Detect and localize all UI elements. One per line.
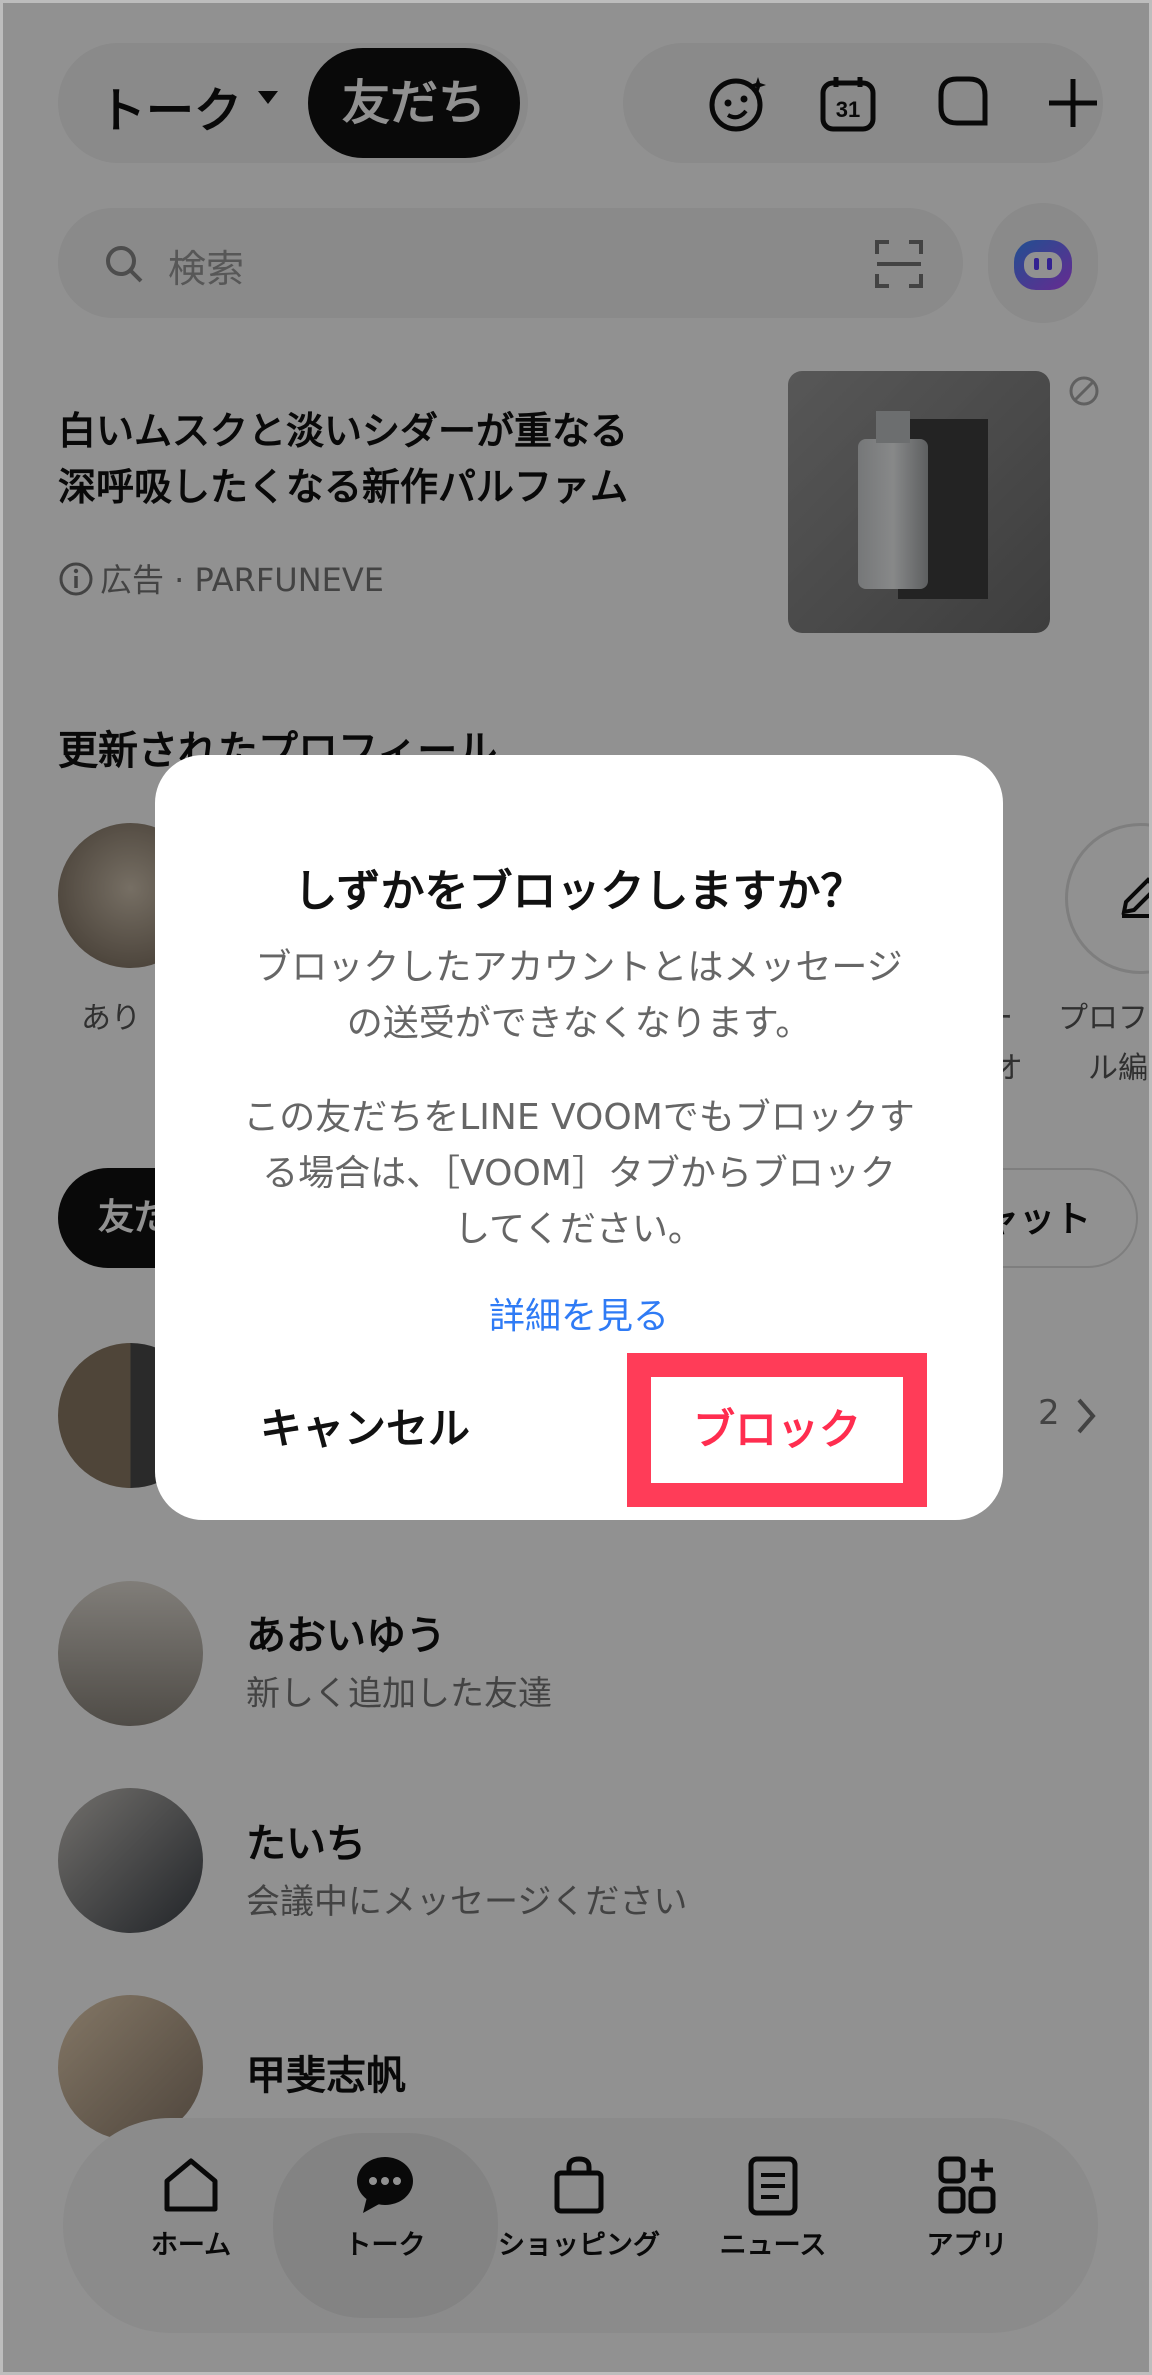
dialog-note-line: この友だちをLINE VOOMでもブロックす — [243, 1097, 915, 1138]
screen: トーク 友だち 31 検索 白いムスクと淡いシダーが重なる 深呼吸したくなる新作… — [0, 0, 1152, 2375]
dialog-message-line: ブロックしたアカウントとはメッセージ — [255, 947, 903, 988]
block-confirm-dialog: しずかをブロックしますか？ ブロックしたアカウントとはメッセージ の送受ができな… — [155, 755, 1003, 1520]
cancel-button[interactable]: キャンセル — [215, 1395, 515, 1456]
dialog-message: ブロックしたアカウントとはメッセージ の送受ができなくなります。 — [225, 940, 933, 1052]
dialog-title: しずかをブロックしますか？ — [293, 866, 865, 917]
dialog-note-line: る場合は、［VOOM］タブからブロック — [262, 1153, 896, 1194]
block-button-highlight: ブロック — [627, 1353, 927, 1507]
details-link[interactable]: 詳細を見る — [155, 1287, 1003, 1339]
dialog-note: この友だちをLINE VOOMでもブロックす る場合は、［VOOM］タブからブロ… — [225, 1090, 933, 1258]
block-button[interactable]: ブロック — [651, 1377, 903, 1483]
dialog-note-line: してください。 — [454, 1209, 704, 1250]
dialog-message-line: の送受ができなくなります。 — [346, 1003, 812, 1044]
